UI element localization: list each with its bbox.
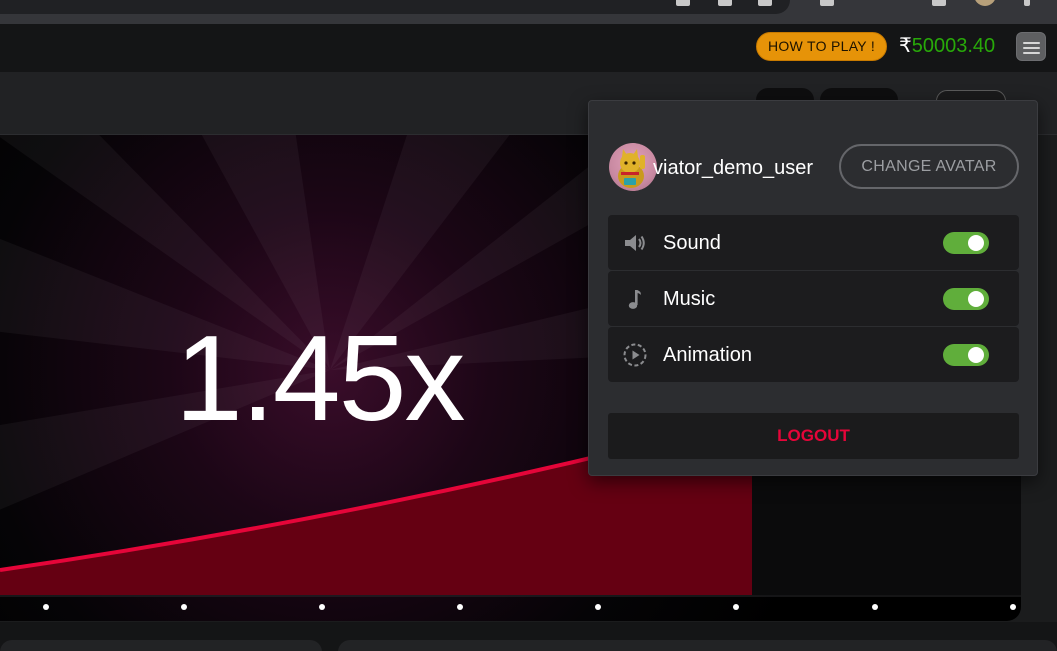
animation-toggle[interactable] [943,344,989,366]
app-root: HOW TO PLAY ! ₹50003.40 1.45x viator_dem… [0,0,1057,651]
hamburger-icon-line [1023,47,1040,49]
toggle-knob [968,235,984,251]
setting-row-sound: Sound [608,215,1019,270]
setting-row-music: Music [608,271,1019,326]
setting-label-sound: Sound [663,232,721,254]
setting-label-music: Music [663,288,716,310]
browser-tab-icon[interactable] [820,0,834,6]
user-avatar[interactable] [609,143,657,191]
browser-sidepanel-icon[interactable] [932,0,946,6]
how-to-play-button[interactable]: HOW TO PLAY ! [756,32,887,61]
settings-menu: viator_demo_user CHANGE AVATAR Sound Mus… [588,100,1038,476]
browser-menu-icon[interactable] [1024,0,1030,6]
browser-screenshot-icon[interactable] [718,0,732,6]
play-circle-icon [623,343,647,367]
browser-address-bar[interactable] [0,0,790,14]
bet-panel-left [0,640,322,651]
browser-profile-avatar[interactable] [974,0,996,6]
bookmark-star-icon[interactable] [758,0,772,6]
browser-extension-icon[interactable] [676,0,690,6]
hamburger-icon [1023,42,1040,44]
music-toggle[interactable] [943,288,989,310]
browser-toolbar [0,0,1057,24]
music-note-icon [628,290,641,309]
currency-symbol: ₹ [899,35,912,57]
toggle-knob [968,347,984,363]
toggle-knob [968,291,984,307]
hamburger-icon-line [1023,52,1040,54]
bet-panel-area [0,622,1057,651]
multiplier-display: 1.45x [175,310,465,446]
sound-toggle[interactable] [943,232,989,254]
setting-row-animation: Animation [608,327,1019,382]
balance-amount: 50003.40 [911,35,996,57]
setting-label-animation: Animation [663,344,752,366]
balance-display: ₹50003.40 [899,33,995,59]
bet-panel-right [338,640,1057,651]
change-avatar-button[interactable]: CHANGE AVATAR [839,144,1019,189]
username: viator_demo_user [653,157,814,179]
speaker-icon [625,235,645,251]
menu-button[interactable] [1016,32,1046,61]
logout-button[interactable]: LOGOUT [608,413,1019,459]
lucky-cat-avatar-icon [618,149,645,188]
app-header: HOW TO PLAY ! ₹50003.40 [0,24,1057,72]
